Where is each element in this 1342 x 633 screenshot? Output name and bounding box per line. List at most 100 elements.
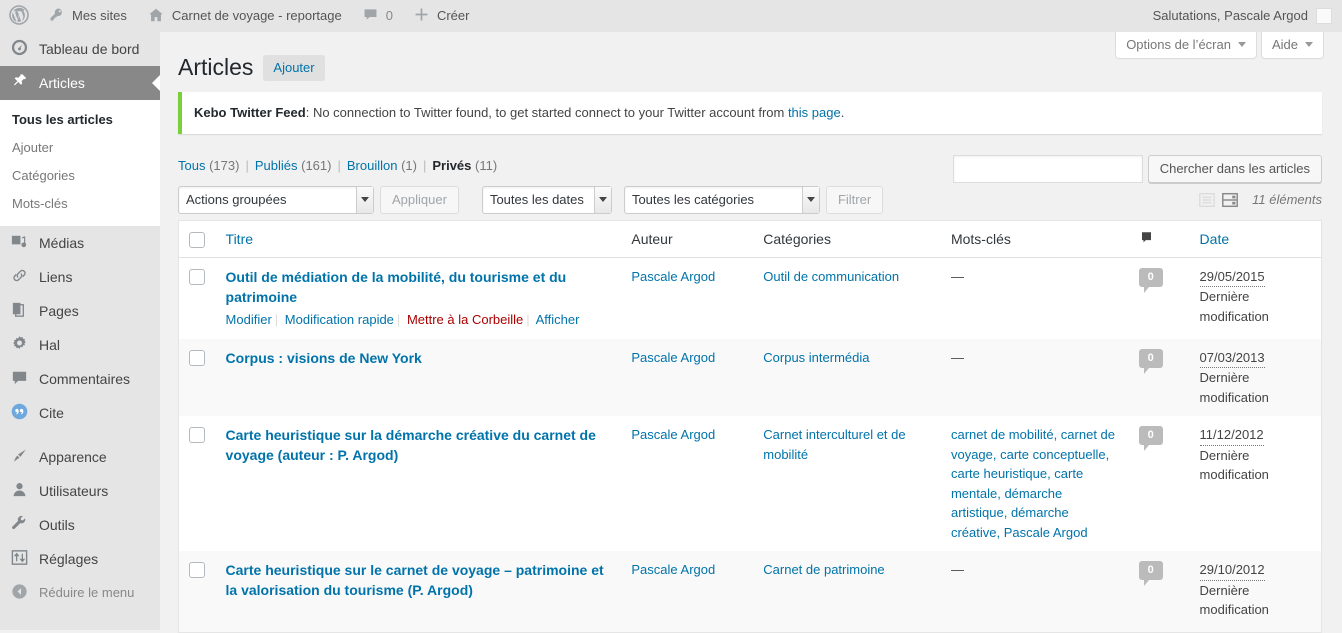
row-date-cell: 29/10/2012 Dernière modification <box>1190 551 1322 633</box>
comment-count-bubble[interactable]: 0 <box>1139 561 1163 580</box>
post-title-link[interactable]: Carte heuristique sur la démarche créati… <box>226 425 612 466</box>
filter-button[interactable]: Filtrer <box>826 186 883 214</box>
sidebar-item-dashboard[interactable]: Tableau de bord <box>0 32 160 66</box>
sidebar-item-cite[interactable]: Cite <box>0 396 160 430</box>
site-name-menu[interactable]: Carnet de voyage - reportage <box>137 0 352 32</box>
sidebar-item-add-post[interactable]: Ajouter <box>0 134 160 162</box>
excerpt-view-icon[interactable] <box>1220 190 1240 210</box>
row-checkbox[interactable] <box>189 562 205 578</box>
admin-sidebar: Tableau de bord Articles Tous les articl… <box>0 32 160 630</box>
category-link[interactable]: Carnet de patrimoine <box>763 562 884 577</box>
key-icon <box>48 6 65 26</box>
row-categories-cell: Outil de communication <box>753 257 941 339</box>
sidebar-item-all-posts[interactable]: Tous les articles <box>0 106 160 134</box>
column-header-date[interactable]: Date <box>1190 220 1322 257</box>
column-header-title[interactable]: Titre <box>216 220 622 257</box>
table-row[interactable]: Outil de médiation de la mobilité, du to… <box>179 257 1322 339</box>
author-link[interactable]: Pascale Argod <box>631 269 715 284</box>
sidebar-item-comments[interactable]: Commentaires <box>0 362 160 396</box>
table-nav-right: 11 éléments <box>1197 190 1322 210</box>
quick-edit-link[interactable]: Modification rapide <box>285 312 394 327</box>
sidebar-item-media[interactable]: Médias <box>0 226 160 260</box>
chevron-down-icon <box>802 187 819 213</box>
sidebar-item-hal[interactable]: Hal <box>0 328 160 362</box>
notice-link[interactable]: this page <box>788 105 841 120</box>
sidebar-item-links[interactable]: Liens <box>0 260 160 294</box>
post-title-link[interactable]: Carte heuristique sur le carnet de voyag… <box>226 560 612 601</box>
sidebar-item-categories[interactable]: Catégories <box>0 162 160 190</box>
sidebar-item-appearance[interactable]: Apparence <box>0 440 160 474</box>
category-link[interactable]: Carnet interculturel et de mobilité <box>763 427 905 462</box>
action-separator: | <box>523 312 532 327</box>
list-view-icon[interactable] <box>1197 190 1217 210</box>
trash-link[interactable]: Mettre à la Corbeille <box>407 312 523 327</box>
search-input[interactable] <box>953 155 1143 183</box>
post-status-filters: Tous (173)| Publiés (161)| Brouillon (1)… <box>178 158 497 173</box>
sidebar-item-settings[interactable]: Réglages <box>0 542 160 576</box>
my-sites-menu[interactable]: Mes sites <box>38 0 137 32</box>
bulk-actions-value: Actions groupées <box>179 187 356 213</box>
tags-value[interactable]: carnet de mobilité, carnet de voyage, ca… <box>951 427 1115 540</box>
table-row[interactable]: Carte heuristique sur le carnet de voyag… <box>179 551 1322 633</box>
comment-count-bubble[interactable]: 0 <box>1139 426 1163 445</box>
screen-options-button[interactable]: Options de l’écran <box>1115 32 1257 59</box>
help-label: Aide <box>1272 37 1298 52</box>
post-title-link[interactable]: Corpus : visions de New York <box>226 348 612 368</box>
sidebar-item-pages[interactable]: Pages <box>0 294 160 328</box>
sidebar-label: Médias <box>39 226 84 260</box>
comment-count-bubble[interactable]: 0 <box>1139 349 1163 368</box>
new-content-menu[interactable]: Créer <box>403 0 480 32</box>
table-body: Outil de médiation de la mobilité, du to… <box>179 257 1322 633</box>
row-checkbox[interactable] <box>189 427 205 443</box>
sidebar-label: Liens <box>39 260 72 294</box>
table-row[interactable]: Corpus : visions de New York Modifier| M… <box>179 339 1322 417</box>
select-all-checkbox[interactable] <box>189 232 205 248</box>
row-checkbox[interactable] <box>189 269 205 285</box>
greeting-label: Salutations, Pascale Argod <box>1153 0 1308 32</box>
category-filter-select[interactable]: Toutes les catégories <box>624 186 820 214</box>
table-row[interactable]: Carte heuristique sur la démarche créati… <box>179 416 1322 551</box>
category-link[interactable]: Outil de communication <box>763 269 899 284</box>
edit-link[interactable]: Modifier <box>226 312 272 327</box>
comments-bubble-button[interactable]: 0 <box>352 0 403 32</box>
filter-link-published[interactable]: Publiés <box>255 158 298 173</box>
post-title-link[interactable]: Outil de médiation de la mobilité, du to… <box>226 267 612 308</box>
author-link[interactable]: Pascale Argod <box>631 427 715 442</box>
chevron-down-icon <box>356 187 373 213</box>
sidebar-item-articles[interactable]: Articles <box>0 66 160 100</box>
filter-link-all[interactable]: Tous <box>178 158 205 173</box>
wordpress-logo-button[interactable] <box>0 0 38 32</box>
articles-submenu: Tous les articles Ajouter Catégories Mot… <box>0 100 160 226</box>
sort-title-link[interactable]: Titre <box>226 231 253 247</box>
plugin-notice: Kebo Twitter Feed: No connection to Twit… <box>178 92 1322 134</box>
collapse-menu-button[interactable]: Réduire le menu <box>0 576 160 610</box>
new-content-label: Créer <box>437 0 470 32</box>
search-submit-button[interactable]: Chercher dans les articles <box>1148 155 1322 183</box>
sort-date-link[interactable]: Date <box>1200 231 1230 247</box>
sidebar-item-tools[interactable]: Outils <box>0 508 160 542</box>
date-label: Dernière modification <box>1200 368 1311 407</box>
apply-button[interactable]: Appliquer <box>380 186 459 214</box>
bulk-actions-select[interactable]: Actions groupées <box>178 186 374 214</box>
sidebar-item-users[interactable]: Utilisateurs <box>0 474 160 508</box>
sidebar-separator <box>0 430 160 440</box>
row-tags-cell: — <box>941 551 1129 633</box>
author-link[interactable]: Pascale Argod <box>631 562 715 577</box>
row-checkbox[interactable] <box>189 350 205 366</box>
filter-link-draft[interactable]: Brouillon <box>347 158 398 173</box>
sidebar-label: Hal <box>39 328 60 362</box>
sidebar-label: Cite <box>39 396 64 430</box>
author-link[interactable]: Pascale Argod <box>631 350 715 365</box>
comment-count-bubble[interactable]: 0 <box>1139 268 1163 287</box>
date-value: 07/03/2013 <box>1200 348 1265 369</box>
account-menu[interactable]: Salutations, Pascale Argod <box>1143 0 1316 32</box>
view-link[interactable]: Afficher <box>536 312 580 327</box>
sidebar-item-tags[interactable]: Mots-clés <box>0 190 160 218</box>
date-filter-select[interactable]: Toutes les dates <box>482 186 612 214</box>
notice-text: : No connection to Twitter found, to get… <box>306 105 788 120</box>
add-new-button[interactable]: Ajouter <box>263 55 324 81</box>
column-header-comments[interactable] <box>1129 220 1190 257</box>
filter-link-private[interactable]: Privés <box>432 158 471 173</box>
help-button[interactable]: Aide <box>1261 32 1324 59</box>
category-link[interactable]: Corpus intermédia <box>763 350 869 365</box>
